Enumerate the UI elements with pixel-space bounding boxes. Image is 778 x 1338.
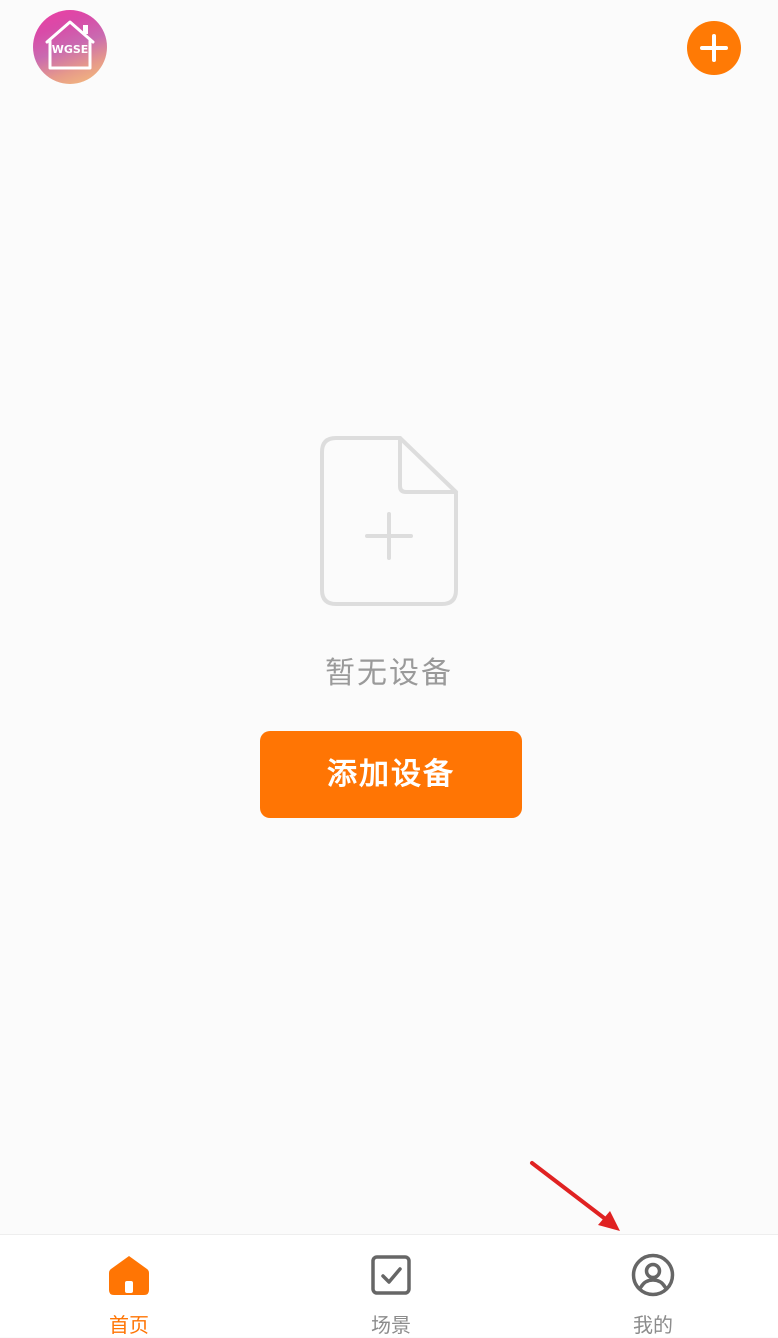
- tab-scene-label: 场景: [371, 1313, 411, 1337]
- bottom-navigation: 首页 场景 我的: [0, 1234, 778, 1337]
- app-logo-avatar[interactable]: WGSE: [33, 10, 107, 84]
- tab-scene[interactable]: 场景: [321, 1235, 461, 1337]
- tab-home-label: 首页: [109, 1313, 149, 1337]
- tab-mine[interactable]: 我的: [583, 1235, 723, 1337]
- app-screen: WGSE 暂无设备 添加设备 首页 场景 我的: [0, 0, 778, 1337]
- empty-state-message: 暂无设备: [325, 656, 453, 691]
- user-icon: [631, 1253, 675, 1297]
- annotation-arrow-icon: [530, 1161, 620, 1231]
- house-logo-icon: [45, 20, 95, 70]
- home-icon: [109, 1256, 149, 1295]
- add-device-button[interactable]: 添加设备: [260, 731, 522, 818]
- tab-mine-label: 我的: [633, 1313, 673, 1337]
- tab-home[interactable]: 首页: [59, 1235, 199, 1337]
- checkbox-icon: [371, 1255, 411, 1295]
- add-button-top[interactable]: [687, 21, 741, 75]
- add-file-icon: [320, 436, 458, 606]
